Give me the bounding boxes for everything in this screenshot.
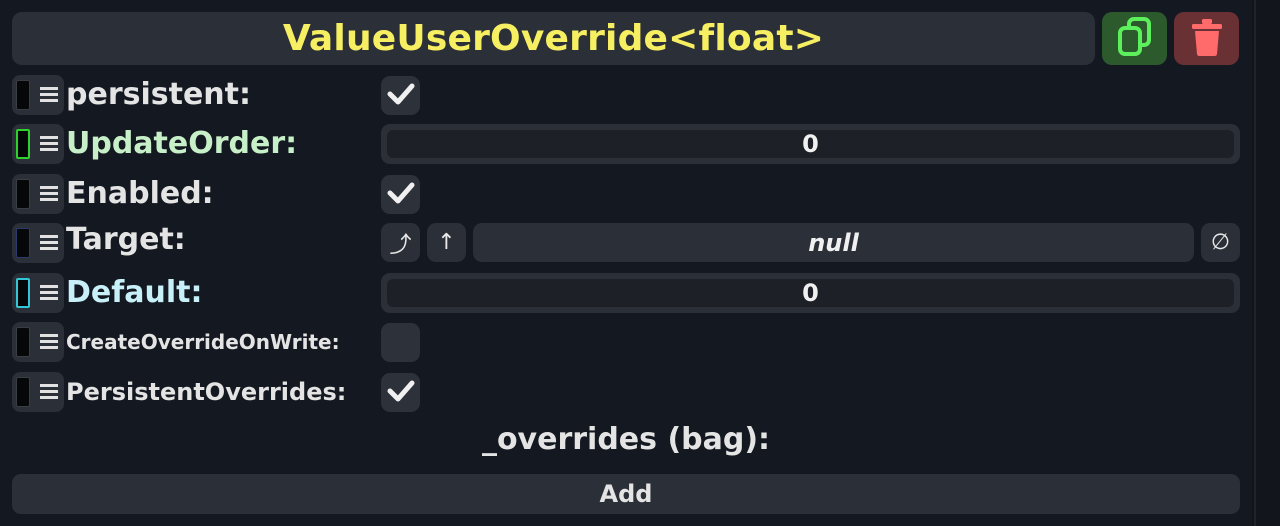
default-field[interactable]: 0 [381,273,1240,313]
null-clear-icon: ∅ [1210,230,1231,255]
field-row-persistent: persistent: [12,75,1240,115]
drag-handle[interactable] [12,223,64,263]
type-color-swatch [16,179,30,209]
type-color-swatch [16,377,30,407]
field-label: Default: [66,275,203,310]
checkmark-icon [386,79,416,113]
field-row-persistent-overrides: PersistentOverrides: [12,372,1240,412]
hamburger-icon [40,186,58,202]
field-row-update-order: UpdateOrder: 0 [12,124,1240,164]
hamburger-icon [40,384,58,400]
checkmark-icon [386,178,416,212]
target-reference-field[interactable]: null [473,223,1194,262]
update-order-field[interactable]: 0 [381,124,1240,164]
duplicate-button[interactable] [1102,12,1167,65]
field-label: UpdateOrder: [66,126,298,161]
drag-handle[interactable] [12,174,64,214]
drag-handle[interactable] [12,124,64,164]
drag-handle[interactable] [12,273,64,313]
field-row-default: Default: 0 [12,273,1240,313]
field-label: Enabled: [66,176,214,211]
type-color-swatch [16,228,30,258]
scrollbar[interactable] [1254,0,1280,526]
create-override-on-write-checkbox[interactable] [381,323,420,362]
component-title: ValueUserOverride<float> [282,18,825,59]
hamburger-icon [40,334,58,350]
field-label: persistent: [66,77,251,112]
drag-handle[interactable] [12,372,64,412]
arrow-up-icon: ↑ [437,230,456,255]
hamburger-icon [40,136,58,152]
jump-to-icon: ⤴ [389,232,412,258]
hamburger-icon [40,87,58,103]
duplicate-icon [1116,16,1154,62]
persistent-overrides-checkbox[interactable] [381,373,420,412]
field-label: CreateOverrideOnWrite: [66,330,340,354]
inspector-panel: ValueUserOverride<float> persistent: Upd… [0,0,1252,526]
hamburger-icon [40,235,58,251]
default-value[interactable]: 0 [387,279,1234,307]
trash-icon [1189,17,1225,61]
update-order-value[interactable]: 0 [387,130,1234,158]
overrides-bag-label: _overrides (bag): [481,422,771,457]
jump-to-button[interactable]: ⤴ [381,223,420,262]
clear-reference-button[interactable]: ∅ [1201,223,1240,262]
enabled-checkbox[interactable] [381,175,420,214]
field-label: Target: [66,222,186,257]
field-row-target: Target: ⤴ ↑ null ∅ [12,223,1240,263]
type-color-swatch [16,129,30,159]
field-row-enabled: Enabled: [12,174,1240,214]
add-override-button[interactable]: Add [12,474,1240,514]
type-color-swatch [16,327,30,357]
drag-handle[interactable] [12,322,64,362]
field-row-create-override-on-write: CreateOverrideOnWrite: [12,322,1240,362]
target-value: null [808,228,859,257]
component-header[interactable]: ValueUserOverride<float> [12,12,1095,65]
delete-button[interactable] [1174,12,1239,65]
type-color-swatch [16,80,30,110]
type-color-swatch [16,278,30,308]
drag-handle[interactable] [12,75,64,115]
field-label: PersistentOverrides: [66,378,347,406]
select-parent-button[interactable]: ↑ [427,223,466,262]
hamburger-icon [40,285,58,301]
persistent-checkbox[interactable] [381,76,420,115]
checkmark-icon [386,376,416,410]
add-button-label: Add [599,480,653,508]
